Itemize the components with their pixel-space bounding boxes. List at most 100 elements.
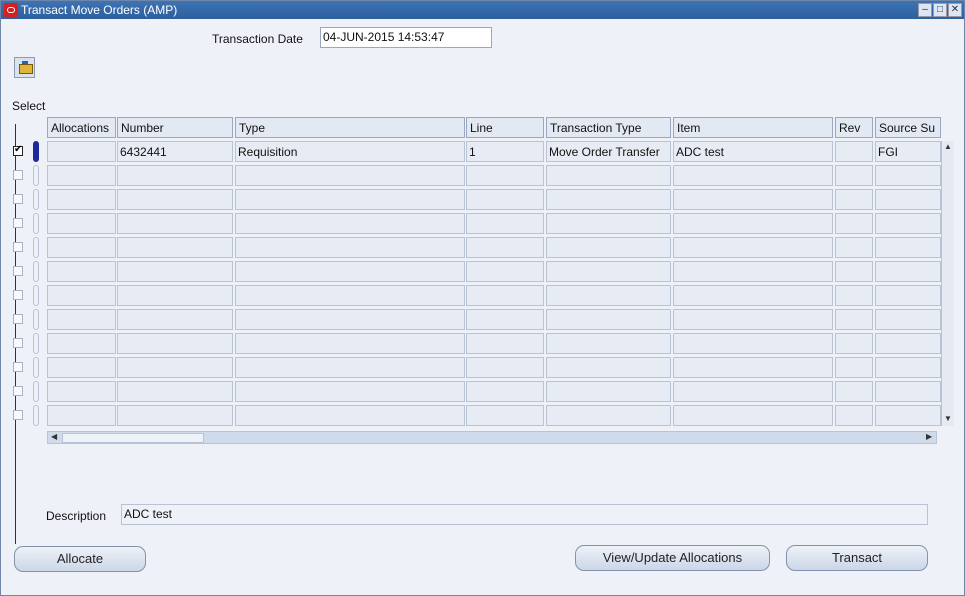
cell-item[interactable] (673, 189, 833, 210)
cell-item[interactable] (673, 405, 833, 426)
view-update-allocations-button[interactable]: View/Update Allocations (575, 545, 770, 571)
cell-item[interactable] (673, 357, 833, 378)
cell-allocations[interactable] (47, 237, 116, 258)
row-indicator[interactable] (33, 405, 39, 426)
row-indicator[interactable] (33, 261, 39, 282)
cell-line[interactable]: 1 (466, 141, 544, 162)
row-select-checkbox[interactable] (13, 170, 23, 180)
minimize-button[interactable]: – (918, 3, 932, 17)
cell-number[interactable] (117, 381, 233, 402)
column-header-number[interactable]: Number (117, 117, 233, 138)
cell-item[interactable] (673, 237, 833, 258)
cell-allocations[interactable] (47, 309, 116, 330)
cell-line[interactable] (466, 189, 544, 210)
cell-item[interactable] (673, 285, 833, 306)
row-select-checkbox[interactable] (13, 314, 23, 324)
cell-number[interactable] (117, 189, 233, 210)
row-indicator[interactable] (33, 213, 39, 234)
row-select-checkbox[interactable] (13, 290, 23, 300)
cell-rev[interactable] (835, 285, 873, 306)
row-indicator[interactable] (33, 165, 39, 186)
row-indicator[interactable] (33, 309, 39, 330)
cell-source-subinventory[interactable]: FGI (875, 141, 941, 162)
cell-source-subinventory[interactable] (875, 405, 941, 426)
row-indicator[interactable] (33, 141, 39, 162)
cell-type[interactable] (235, 381, 465, 402)
cell-line[interactable] (466, 261, 544, 282)
row-indicator[interactable] (33, 237, 39, 258)
cell-transaction-type[interactable] (546, 405, 671, 426)
transaction-date-field[interactable]: 04-JUN-2015 14:53:47 (320, 27, 492, 48)
row-select-checkbox[interactable] (13, 338, 23, 348)
scroll-right-arrow-icon[interactable]: ▶ (926, 432, 932, 441)
cell-source-subinventory[interactable] (875, 213, 941, 234)
row-indicator[interactable] (33, 189, 39, 210)
scroll-up-arrow-icon[interactable]: ▲ (944, 142, 952, 151)
cell-transaction-type[interactable] (546, 261, 671, 282)
cell-line[interactable] (466, 165, 544, 186)
cell-rev[interactable] (835, 309, 873, 330)
cell-rev[interactable] (835, 357, 873, 378)
cell-line[interactable] (466, 381, 544, 402)
cell-transaction-type[interactable] (546, 285, 671, 306)
cell-transaction-type[interactable] (546, 213, 671, 234)
cell-allocations[interactable] (47, 165, 116, 186)
cell-transaction-type[interactable] (546, 333, 671, 354)
cell-line[interactable] (466, 405, 544, 426)
scroll-left-arrow-icon[interactable]: ◀ (51, 432, 57, 441)
cell-number[interactable] (117, 357, 233, 378)
cell-transaction-type[interactable]: Move Order Transfer (546, 141, 671, 162)
cell-transaction-type[interactable] (546, 357, 671, 378)
column-header-source-subinventory[interactable]: Source Su (875, 117, 941, 138)
row-indicator[interactable] (33, 285, 39, 306)
cell-allocations[interactable] (47, 357, 116, 378)
scroll-down-arrow-icon[interactable]: ▼ (944, 414, 952, 423)
row-select-checkbox[interactable] (13, 218, 23, 228)
row-select-checkbox[interactable] (13, 386, 23, 396)
cell-type[interactable] (235, 165, 465, 186)
cell-number[interactable]: 6432441 (117, 141, 233, 162)
cell-source-subinventory[interactable] (875, 381, 941, 402)
cell-line[interactable] (466, 237, 544, 258)
cell-item[interactable] (673, 213, 833, 234)
cell-source-subinventory[interactable] (875, 165, 941, 186)
cell-number[interactable] (117, 165, 233, 186)
cell-line[interactable] (466, 285, 544, 306)
cell-rev[interactable] (835, 141, 873, 162)
cell-rev[interactable] (835, 237, 873, 258)
column-header-item[interactable]: Item (673, 117, 833, 138)
description-field[interactable]: ADC test (121, 504, 928, 525)
cell-number[interactable] (117, 261, 233, 282)
cell-rev[interactable] (835, 405, 873, 426)
close-button[interactable]: ✕ (948, 3, 962, 17)
row-select-checkbox[interactable] (13, 410, 23, 420)
cell-allocations[interactable] (47, 381, 116, 402)
column-header-allocations[interactable]: Allocations (47, 117, 116, 138)
cell-type[interactable] (235, 189, 465, 210)
cell-allocations[interactable] (47, 213, 116, 234)
cell-allocations[interactable] (47, 261, 116, 282)
row-select-checkbox[interactable] (13, 144, 23, 156)
cell-source-subinventory[interactable] (875, 357, 941, 378)
cell-allocations[interactable] (47, 285, 116, 306)
cell-number[interactable] (117, 333, 233, 354)
cell-transaction-type[interactable] (546, 309, 671, 330)
row-select-checkbox[interactable] (13, 194, 23, 204)
cell-source-subinventory[interactable] (875, 261, 941, 282)
cell-item[interactable] (673, 165, 833, 186)
row-select-checkbox[interactable] (13, 362, 23, 372)
cell-item[interactable]: ADC test (673, 141, 833, 162)
cell-transaction-type[interactable] (546, 237, 671, 258)
cell-type[interactable] (235, 237, 465, 258)
cell-type[interactable]: Requisition (235, 141, 465, 162)
cell-line[interactable] (466, 309, 544, 330)
column-header-type[interactable]: Type (235, 117, 465, 138)
cell-allocations[interactable] (47, 189, 116, 210)
column-header-rev[interactable]: Rev (835, 117, 873, 138)
cell-rev[interactable] (835, 261, 873, 282)
cell-item[interactable] (673, 381, 833, 402)
cell-number[interactable] (117, 285, 233, 306)
cell-type[interactable] (235, 333, 465, 354)
cell-allocations[interactable] (47, 405, 116, 426)
cell-line[interactable] (466, 357, 544, 378)
